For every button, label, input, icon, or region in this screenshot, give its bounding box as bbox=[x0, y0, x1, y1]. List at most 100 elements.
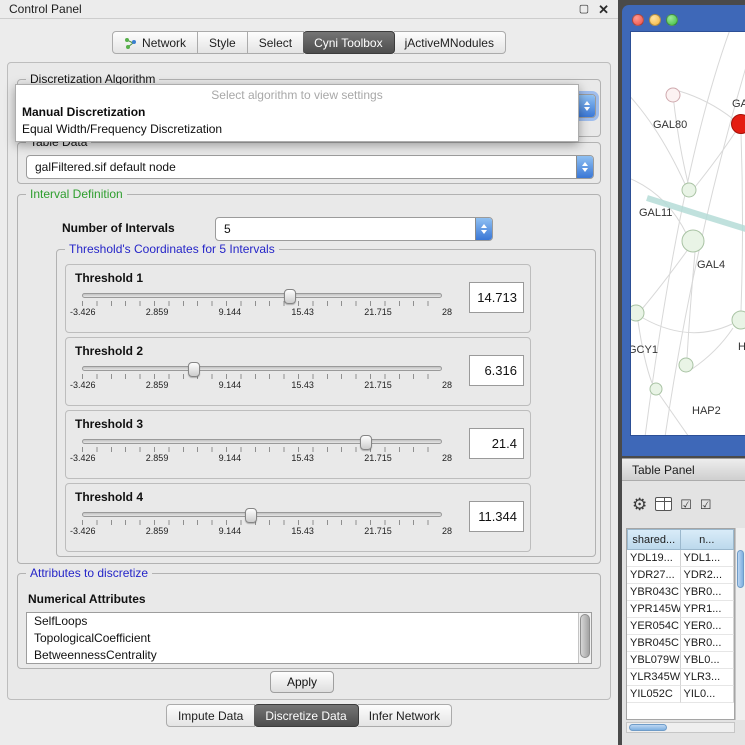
network-node[interactable] bbox=[666, 88, 680, 102]
axis-label: 9.144 bbox=[219, 453, 242, 463]
scrollbar-thumb[interactable] bbox=[737, 550, 744, 588]
network-node[interactable] bbox=[682, 183, 696, 197]
network-canvas[interactable]: GAL80 GAL11 GAL4 GCY1 HAP2 GA H bbox=[630, 31, 745, 436]
table-data-combobox[interactable]: galFiltered.sif default node bbox=[26, 155, 594, 179]
table-row[interactable]: YBL079W YBL0... bbox=[627, 652, 734, 669]
slider-track[interactable] bbox=[82, 439, 442, 444]
table-cell[interactable]: YIL0... bbox=[681, 686, 735, 703]
table-cell[interactable]: YIL052C bbox=[627, 686, 681, 703]
axis-label: 15.43 bbox=[291, 453, 314, 463]
column-header[interactable]: n... bbox=[681, 529, 735, 550]
table-row[interactable]: YLR345W YLR3... bbox=[627, 669, 734, 686]
threshold-panel: Threshold 1 -3.426 2.859 9.144 15.43 21.… bbox=[65, 264, 531, 333]
network-node[interactable] bbox=[679, 358, 693, 372]
table-row[interactable]: YDR27... YDR2... bbox=[627, 567, 734, 584]
axis-label: 2.859 bbox=[146, 380, 169, 390]
table-cell[interactable]: YBL079W bbox=[627, 652, 681, 669]
table-cell[interactable]: YER054C bbox=[627, 618, 681, 635]
table-cell[interactable]: YDR2... bbox=[681, 567, 735, 584]
number-of-intervals-combobox[interactable]: 5 bbox=[215, 217, 493, 241]
slider-track[interactable] bbox=[82, 366, 442, 371]
close-icon[interactable]: ✕ bbox=[598, 3, 609, 16]
list-item[interactable]: BetweennessCentrality bbox=[27, 647, 591, 664]
table-horizontal-scrollbar[interactable] bbox=[626, 722, 735, 733]
scrollbar-thumb[interactable] bbox=[580, 614, 590, 658]
network-graph: GAL80 GAL11 GAL4 GCY1 HAP2 GA H bbox=[631, 32, 745, 436]
network-node[interactable] bbox=[650, 383, 662, 395]
slider-thumb[interactable] bbox=[245, 508, 257, 523]
table-cell[interactable]: YLR345W bbox=[627, 669, 681, 686]
node-table[interactable]: shared... n... YDL19... YDL1... YDR27...… bbox=[626, 528, 735, 720]
threshold-value-field[interactable]: 11.344 bbox=[469, 501, 524, 532]
zoom-traffic-light-icon[interactable] bbox=[666, 14, 678, 26]
tab-infer-network[interactable]: Infer Network bbox=[358, 704, 452, 727]
select-none-checkbox-icon[interactable]: ☑ bbox=[700, 498, 712, 511]
table-row[interactable]: YIL052C YIL0... bbox=[627, 686, 734, 703]
table-columns-icon[interactable] bbox=[655, 497, 672, 511]
tab-impute-data[interactable]: Impute Data bbox=[166, 704, 255, 727]
threshold-slider[interactable]: -3.426 2.859 9.144 15.43 21.715 28 bbox=[82, 293, 442, 317]
slider-thumb[interactable] bbox=[188, 362, 200, 377]
list-scrollbar[interactable] bbox=[578, 613, 591, 663]
close-traffic-light-icon[interactable] bbox=[632, 14, 644, 26]
threshold-value-field[interactable]: 21.4 bbox=[469, 428, 524, 459]
tab-style[interactable]: Style bbox=[198, 31, 248, 54]
table-cell[interactable]: YPR145W bbox=[627, 601, 681, 618]
table-row[interactable]: YER054C YER0... bbox=[627, 618, 734, 635]
table-cell[interactable]: YLR3... bbox=[681, 669, 735, 686]
table-cell[interactable]: YDL19... bbox=[627, 550, 681, 567]
network-node[interactable] bbox=[732, 311, 745, 329]
table-cell[interactable]: YDR27... bbox=[627, 567, 681, 584]
cyni-toolbox-panel: Discretization Algorithm Select algorith… bbox=[7, 62, 611, 700]
tab-jactivemnodules[interactable]: jActiveMNodules bbox=[394, 31, 506, 54]
group-title: Attributes to discretize bbox=[26, 566, 152, 580]
network-node-highlighted[interactable] bbox=[732, 115, 745, 134]
table-cell[interactable]: YBR0... bbox=[681, 584, 735, 601]
threshold-slider[interactable]: -3.426 2.859 9.144 15.43 21.715 28 bbox=[82, 366, 442, 390]
minimize-traffic-light-icon[interactable] bbox=[649, 14, 661, 26]
select-all-checkbox-icon[interactable]: ☑ bbox=[680, 498, 692, 511]
table-cell[interactable]: YBL0... bbox=[681, 652, 735, 669]
network-node[interactable] bbox=[682, 230, 704, 252]
list-item[interactable]: SelfLoops bbox=[27, 613, 591, 630]
table-vertical-scrollbar[interactable] bbox=[735, 528, 745, 720]
dropdown-option-equal-width-frequency[interactable]: Equal Width/Frequency Discretization bbox=[16, 121, 578, 138]
column-header[interactable]: shared... bbox=[627, 529, 681, 550]
threshold-slider[interactable]: -3.426 2.859 9.144 15.43 21.715 28 bbox=[82, 512, 442, 536]
list-item[interactable]: TopologicalCoefficient bbox=[27, 630, 591, 647]
slider-thumb[interactable] bbox=[360, 435, 372, 450]
slider-thumb[interactable] bbox=[284, 289, 296, 304]
table-row[interactable]: YDL19... YDL1... bbox=[627, 550, 734, 567]
table-row[interactable]: YBR045C YBR0... bbox=[627, 635, 734, 652]
table-cell[interactable]: YPR1... bbox=[681, 601, 735, 618]
tab-select[interactable]: Select bbox=[248, 31, 304, 54]
table-cell[interactable]: YBR045C bbox=[627, 635, 681, 652]
threshold-value-field[interactable]: 6.316 bbox=[469, 355, 524, 386]
float-window-icon[interactable]: ▢ bbox=[579, 4, 589, 15]
table-row[interactable]: YBR043C YBR0... bbox=[627, 584, 734, 601]
table-cell[interactable]: YER0... bbox=[681, 618, 735, 635]
slider-scale: -3.426 2.859 9.144 15.43 21.715 28 bbox=[70, 380, 452, 390]
table-row[interactable]: YPR145W YPR1... bbox=[627, 601, 734, 618]
network-node[interactable] bbox=[631, 305, 644, 321]
table-cell[interactable]: YBR043C bbox=[627, 584, 681, 601]
attributes-group: Attributes to discretize Numerical Attri… bbox=[17, 573, 601, 669]
threshold-panel: Threshold 4 -3.426 2.859 9.144 15.43 21.… bbox=[65, 483, 531, 552]
tick-marks bbox=[82, 520, 442, 525]
tab-label: Style bbox=[209, 36, 236, 50]
tab-cyni-toolbox[interactable]: Cyni Toolbox bbox=[303, 31, 394, 54]
tab-discretize-data[interactable]: Discretize Data bbox=[254, 704, 358, 727]
tab-network[interactable]: Network bbox=[112, 31, 198, 54]
apply-button[interactable]: Apply bbox=[270, 671, 334, 693]
table-cell[interactable]: YBR0... bbox=[681, 635, 735, 652]
table-cell[interactable]: YDL1... bbox=[681, 550, 735, 567]
threshold-slider[interactable]: -3.426 2.859 9.144 15.43 21.715 28 bbox=[82, 439, 442, 463]
scrollbar-thumb[interactable] bbox=[629, 724, 667, 731]
slider-track[interactable] bbox=[82, 293, 442, 298]
slider-track[interactable] bbox=[82, 512, 442, 517]
gear-icon[interactable]: ⚙ bbox=[632, 496, 647, 513]
threshold-value-field[interactable]: 14.713 bbox=[469, 282, 524, 313]
numerical-attributes-list[interactable]: SelfLoops TopologicalCoefficient Between… bbox=[26, 612, 592, 664]
bottom-tab-bar: Impute Data Discretize Data Infer Networ… bbox=[0, 704, 618, 727]
dropdown-option-manual-discretization[interactable]: Manual Discretization bbox=[16, 104, 578, 121]
